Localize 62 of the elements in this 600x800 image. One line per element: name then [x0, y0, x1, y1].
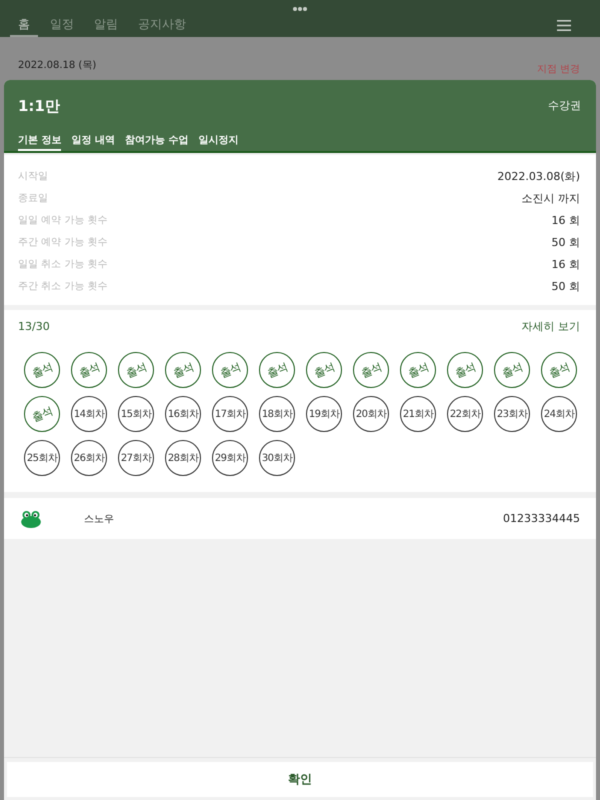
session-marker: 18회차 [259, 396, 295, 432]
session-marker: 19회차 [306, 396, 342, 432]
instructor-name: 스노우 [84, 512, 115, 526]
sheet-tab[interactable]: 일시정지 [198, 130, 238, 151]
attendance-stamp: 출석 [400, 352, 436, 388]
info-label: 일일 예약 가능 횟수 [18, 214, 108, 227]
attendance-stamp: 출석 [306, 352, 342, 388]
sheet-tab[interactable]: 일정 내역 [71, 130, 115, 151]
attendance-stamp: 출석 [165, 352, 201, 388]
more-dots-icon [293, 7, 307, 11]
nav-tab[interactable]: 일정 [42, 11, 82, 37]
attendance-count: 13/30 [18, 320, 50, 332]
info-value: 50 회 [552, 278, 580, 294]
session-marker: 16회차 [165, 396, 201, 432]
attendance-stamp: 출석 [24, 352, 60, 388]
session-marker: 23회차 [494, 396, 530, 432]
nav-tab[interactable]: 공지사항 [130, 11, 194, 37]
details-link[interactable]: 자세히 보기 [522, 318, 580, 334]
info-label: 시작일 [18, 170, 48, 183]
info-value: 16 회 [552, 212, 580, 228]
instructor-phone: 01233334445 [503, 512, 580, 525]
info-label: 일일 취소 가능 횟수 [18, 258, 108, 271]
attendance-stamp: 출석 [24, 396, 60, 432]
date-text: 2022.08.18 (목) [18, 59, 96, 72]
attendance-stamp: 출석 [212, 352, 248, 388]
sheet-tab[interactable]: 기본 정보 [18, 130, 62, 151]
info-label: 주간 취소 가능 횟수 [18, 280, 108, 293]
frog-avatar-icon [21, 510, 41, 528]
session-marker: 27회차 [118, 440, 154, 476]
attendance-stamp: 출석 [353, 352, 389, 388]
info-value: 소진시 까지 [522, 190, 580, 206]
session-marker: 20회차 [353, 396, 389, 432]
info-value: 2022.03.08(화) [497, 168, 580, 184]
sheet-tab[interactable]: 참여가능 수업 [124, 130, 188, 151]
session-marker: 24회차 [541, 396, 577, 432]
menu-icon [557, 20, 571, 30]
session-marker: 28회차 [165, 440, 201, 476]
attendance-stamp: 출석 [494, 352, 530, 388]
session-marker: 25회차 [24, 440, 60, 476]
confirm-button[interactable]: 확인 [7, 762, 593, 797]
info-value: 16 회 [552, 256, 580, 272]
session-marker: 30회차 [259, 440, 295, 476]
info-label: 종료일 [18, 192, 48, 205]
attendance-stamp: 출석 [541, 352, 577, 388]
session-marker: 21회차 [400, 396, 436, 432]
sheet-title: 1:1만 [18, 96, 60, 116]
session-marker: 15회차 [118, 396, 154, 432]
attendance-stamp: 출석 [447, 352, 483, 388]
info-label: 주간 예약 가능 횟수 [18, 236, 108, 249]
attendance-stamp: 출석 [118, 352, 154, 388]
session-marker: 29회차 [212, 440, 248, 476]
info-value: 50 회 [552, 234, 580, 250]
attendance-stamp: 출석 [259, 352, 295, 388]
session-marker: 26회차 [71, 440, 107, 476]
session-marker: 22회차 [447, 396, 483, 432]
pass-type-label: 수강권 [548, 98, 581, 112]
nav-tab[interactable]: 홈 [10, 11, 38, 37]
menu-button[interactable] [557, 20, 571, 30]
session-marker: 14회차 [71, 396, 107, 432]
attendance-stamp: 출석 [71, 352, 107, 388]
session-marker: 17회차 [212, 396, 248, 432]
nav-tab[interactable]: 알림 [86, 11, 126, 37]
